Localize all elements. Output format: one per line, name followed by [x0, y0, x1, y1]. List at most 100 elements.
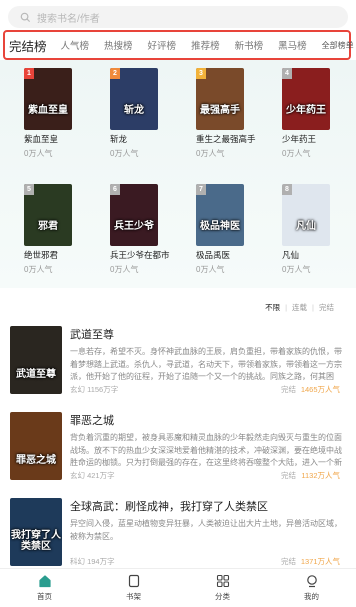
book-description: 背负着沉重的期望，被身具恶魔和精灵血脉的少年毅然走向毁灭与重生的位面战场。放不下…: [70, 433, 342, 467]
tab-home[interactable]: 首页: [0, 569, 89, 607]
book-cover[interactable]: 5 邪君: [24, 184, 72, 246]
rank-badge: 2: [110, 68, 120, 79]
rank-badge: 6: [110, 184, 120, 195]
bottom-tabbar: 首页 书架 分类 我的: [0, 568, 356, 607]
sort-option-completed[interactable]: 完结: [319, 302, 334, 313]
tab-mine-label: 我的: [304, 592, 319, 601]
all-ranks-link[interactable]: 全部榜单 ›: [322, 40, 356, 51]
rank-badge: 1: [24, 68, 34, 79]
book-status: 完结: [281, 471, 296, 480]
cover-art-title: 少年药王: [286, 104, 326, 116]
book-popularity: 1132万人气: [301, 471, 340, 480]
tab-recommend-rank[interactable]: 推荐榜: [191, 38, 220, 52]
book-cover[interactable]: 我打穿了人类禁区: [10, 498, 62, 566]
rank-book-card[interactable]: 4 少年药王 少年药王 0万人气: [282, 68, 356, 159]
book-cover[interactable]: 罪恶之城: [10, 412, 62, 480]
cover-art-title: 武道至尊: [16, 368, 56, 380]
rank-badge: 4: [282, 68, 292, 79]
tab-popular-rank[interactable]: 人气榜: [61, 38, 90, 52]
divider: |: [312, 303, 314, 312]
tab-dark-horse-rank[interactable]: 黑马榜: [278, 38, 307, 52]
book-status: 完结: [281, 557, 296, 566]
search-placeholder: 搜索书名/作者: [37, 13, 100, 25]
book-cover[interactable]: 1 紫血至皇: [24, 68, 72, 130]
user-icon: [306, 575, 317, 588]
rank-badge: 5: [24, 184, 34, 195]
rank-book-card[interactable]: 5 邪君绝世邪君 0万人气: [24, 184, 104, 275]
rank-badge: 3: [196, 68, 206, 79]
book-meta: 玄幻 421万字 完结 1132万人气: [70, 470, 340, 481]
book-title[interactable]: 全球高武：刷怪成神，我打穿了人类禁区: [70, 498, 268, 514]
book-title[interactable]: 罪恶之城: [70, 412, 114, 428]
tab-bookshelf[interactable]: 书架: [89, 569, 178, 607]
divider: |: [285, 303, 288, 312]
book-genre-wordcount: 玄幻 1156万字: [70, 385, 119, 394]
tab-category[interactable]: 分类: [178, 569, 267, 607]
cover-art-title: 最强高手: [200, 104, 240, 116]
search-icon: [20, 12, 31, 22]
book-cover[interactable]: 6 兵王少爷: [110, 184, 158, 246]
book-title[interactable]: 凡仙: [282, 250, 356, 261]
cover-art-title: 邪君: [38, 220, 58, 232]
book-cover[interactable]: 8 凡仙: [282, 184, 330, 246]
book-title[interactable]: 绝世邪君: [24, 250, 104, 261]
tab-completed-rank[interactable]: 完结榜: [9, 36, 47, 55]
book-cover[interactable]: 武道至尊: [10, 326, 62, 394]
book-popularity: 0万人气: [110, 149, 139, 158]
book-cover[interactable]: 7 极品神医: [196, 184, 244, 246]
book-title[interactable]: 斩龙: [110, 134, 190, 145]
tab-good-review-rank[interactable]: 好评榜: [148, 38, 177, 52]
rank-tabs: 完结榜 人气榜 热搜榜 好评榜 推荐榜 新书榜 黑马榜 全部榜单 ›: [3, 30, 356, 60]
cover-art-title: 紫血至皇: [28, 104, 68, 116]
book-title[interactable]: 兵王少爷在都市: [110, 250, 190, 261]
book-title[interactable]: 武道至尊: [70, 326, 114, 342]
book-popularity: 1371万人气: [300, 557, 340, 566]
cover-art-title: 兵王少爷: [114, 220, 154, 232]
book-meta: 科幻 194万字 完结 1371万人气: [70, 556, 340, 567]
rank-book-card[interactable]: 7 极品神医极品禹医 0万人气: [196, 184, 276, 275]
book-title[interactable]: 少年药王: [282, 134, 356, 145]
book-cover[interactable]: 4 少年药王: [282, 68, 330, 130]
book-status: 完结: [281, 385, 296, 394]
cover-art-title: 极品神医: [200, 220, 240, 232]
cover-art-title: 罪恶之城: [16, 454, 56, 466]
cover-art-title: 我打穿了人类禁区: [11, 530, 61, 552]
book-title[interactable]: 紫血至皇: [24, 134, 104, 145]
tab-mine[interactable]: 我的: [267, 569, 356, 607]
cover-art-title: 斩龙: [124, 104, 144, 116]
sort-option-serial[interactable]: 连载: [292, 302, 307, 313]
book-cover[interactable]: 3 最强高手: [196, 68, 244, 130]
book-description: 一息若存，希望不灭。身怀神武血脉的王辰，肩负重担，带着家族的仇恨，带着梦想踏上武…: [70, 347, 342, 381]
rank-book-card[interactable]: 6 兵王少爷兵王少爷在都市 0万人气: [110, 184, 190, 275]
rank-badge: 7: [196, 184, 206, 195]
sort-bar: 不限 | 连载 | 完结: [265, 302, 334, 313]
category-icon: [216, 574, 229, 588]
list-item[interactable]: 武道至尊 武道至尊 一息若存，希望不灭。身怀神武血脉的王辰，肩负重担，带着家族的仇恨…: [10, 326, 346, 420]
book-description: 异空间入侵，蓝星动植物变异狂暴，人类被迫让出大片土地，异兽活动区域，被称为禁区。: [70, 519, 342, 541]
all-ranks-label: 全部榜单: [321, 40, 354, 50]
rank-book-card[interactable]: 1 紫血至皇 紫血至皇 0万人气: [24, 68, 104, 159]
book-popularity: 0万人气: [24, 265, 53, 274]
book-popularity: 0万人气: [196, 265, 225, 274]
rank-badge: 8: [282, 184, 292, 195]
book-popularity: 0万人气: [110, 265, 139, 274]
tab-new-book-rank[interactable]: 新书榜: [235, 38, 264, 52]
rank-book-card[interactable]: 2 斩龙 斩龙 0万人气: [110, 68, 190, 159]
search-bar: 搜索书名/作者: [0, 0, 356, 34]
book-popularity: 1465万人气: [300, 385, 340, 394]
list-item[interactable]: 罪恶之城 罪恶之城 背负着沉重的期望，被身具恶魔和精灵血脉的少年毅然走向毁灭与重生的…: [10, 412, 346, 506]
book-popularity: 0万人气: [282, 149, 311, 158]
tab-category-label: 分类: [215, 592, 230, 601]
book-cover[interactable]: 2 斩龙: [110, 68, 158, 130]
book-genre-wordcount: 科幻 194万字: [70, 557, 115, 566]
book-title[interactable]: 极品禹医: [196, 250, 276, 261]
rank-book-card[interactable]: 8 凡仙 凡仙 0万人气: [282, 184, 356, 275]
search-input[interactable]: 搜索书名/作者: [8, 6, 348, 28]
rank-panel: 1 紫血至皇 紫血至皇 0万人气 2 斩龙 斩龙 0万人气 3 最强高手 重生之最强高手 0万人气 4 少…: [0, 60, 356, 288]
book-meta: 玄幻 1156万字 完结 1465万人气: [70, 384, 340, 395]
sort-option-any[interactable]: 不限: [265, 302, 280, 313]
rank-book-card[interactable]: 3 最强高手 重生之最强高手 0万人气: [196, 68, 276, 159]
book-title[interactable]: 重生之最强高手: [196, 134, 276, 145]
book-genre-wordcount: 玄幻 421万字: [70, 471, 115, 480]
tab-hot-search-rank[interactable]: 热搜榜: [104, 38, 133, 52]
